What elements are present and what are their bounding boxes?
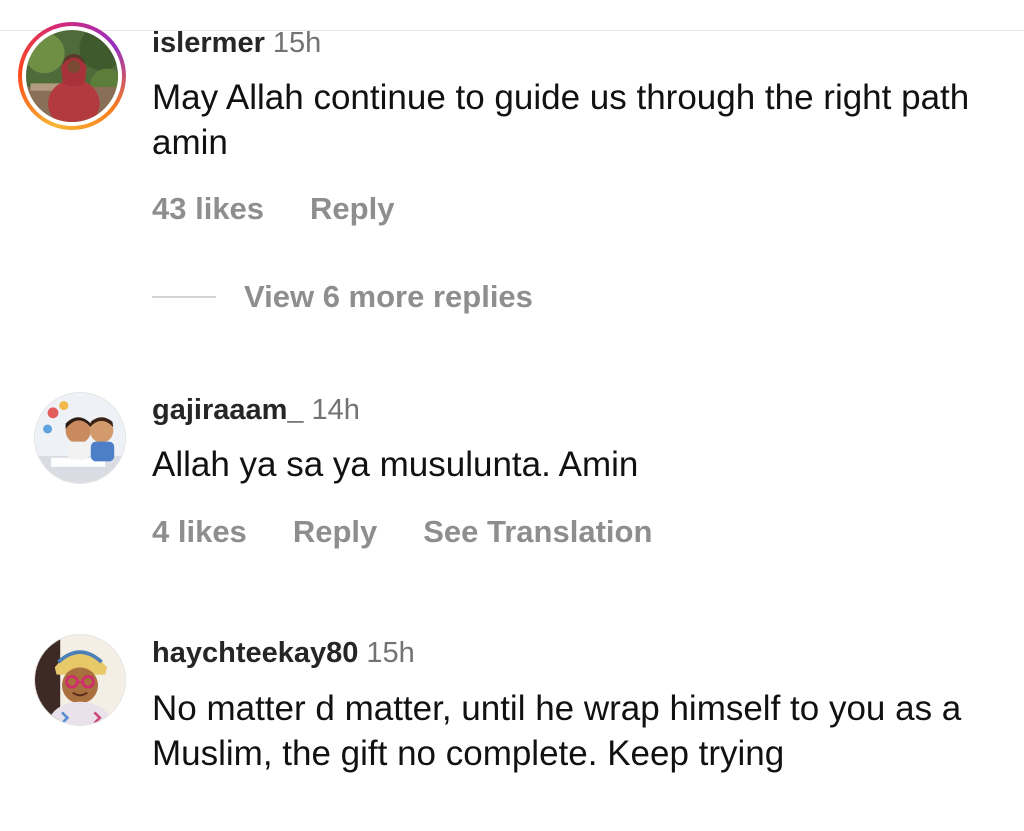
likes-count[interactable]: 4 likes [152,514,247,549]
divider-line [152,296,216,298]
comment-text: May Allah continue to guide us through t… [152,78,970,162]
comment-actions: 43 likes Reply [152,191,440,227]
reply-button[interactable]: Reply [310,191,394,226]
avatar[interactable] [34,634,126,726]
timestamp: 14h [311,394,360,426]
woman-glasses-avatar-icon [35,635,125,725]
comment-meta: gajiraaam_ 14h [152,393,360,427]
timestamp: 15h [366,637,415,669]
comment-text: No matter d matter, until he wrap himsel… [152,689,962,773]
timestamp: 15h [272,27,322,59]
view-replies-button[interactable]: View 6 more replies [152,279,533,315]
avatar[interactable] [34,392,126,484]
avatar[interactable] [18,22,126,130]
comment-meta: haychteekay80 15h [152,636,415,670]
username[interactable]: islermer [152,27,265,59]
comment-actions: 4 likes Reply See Translation [152,514,698,550]
view-replies-label: View 6 more replies [244,279,533,314]
woman-outdoors-avatar-icon [26,30,118,122]
comment-meta: islermer 15h [152,26,321,60]
see-translation-button[interactable]: See Translation [423,514,652,549]
username[interactable]: haychteekay80 [152,637,358,669]
reply-button[interactable]: Reply [293,514,377,549]
children-avatar-icon [35,393,125,483]
likes-count[interactable]: 43 likes [152,191,264,226]
comment-text: Allah ya sa ya musulunta. Amin [152,445,639,484]
username[interactable]: gajiraaam_ [152,394,304,426]
